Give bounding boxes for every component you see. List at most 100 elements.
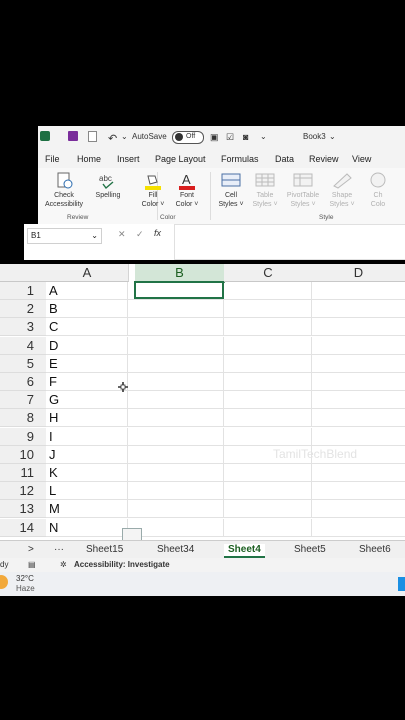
cell-c[interactable]	[224, 518, 312, 537]
shape-styles-button[interactable]: Shape Styles ˅	[325, 172, 359, 209]
cell-c[interactable]	[224, 373, 312, 391]
cell-d[interactable]	[312, 464, 405, 482]
column-header-a[interactable]: A	[46, 264, 129, 282]
checklist-icon[interactable]: ☑	[226, 132, 234, 143]
cell-b[interactable]	[128, 445, 224, 464]
row-header[interactable]: 7	[0, 391, 46, 410]
sheet-tab-sheet15[interactable]: Sheet15	[86, 544, 123, 555]
cell-d[interactable]	[312, 482, 405, 501]
cell-c[interactable]	[224, 300, 312, 319]
cell-a[interactable]: D	[46, 336, 128, 355]
cell-c[interactable]	[224, 318, 312, 337]
workbook-chevron-icon[interactable]: ⌄	[329, 132, 336, 141]
temperature[interactable]: 32°C	[16, 574, 34, 583]
windows-logo-icon[interactable]	[398, 577, 405, 591]
tab-insert[interactable]: Insert	[117, 154, 140, 164]
cell-a[interactable]: A	[46, 282, 128, 300]
tab-file[interactable]: File	[45, 154, 60, 164]
cell-a[interactable]: I	[46, 427, 128, 446]
column-header-c[interactable]: C	[224, 264, 313, 282]
cell-a[interactable]: F	[46, 373, 128, 391]
tab-formulas[interactable]: Formulas	[221, 154, 259, 164]
customize-icon[interactable]: ⌄	[260, 132, 267, 141]
autosave-toggle[interactable]: Off	[172, 131, 204, 144]
cell-c[interactable]	[224, 336, 312, 355]
row-header[interactable]: 2	[0, 300, 46, 319]
cell-b[interactable]	[128, 500, 224, 519]
tab-review[interactable]: Review	[309, 154, 339, 164]
row-header[interactable]: 12	[0, 482, 46, 501]
formula-input[interactable]	[174, 224, 405, 260]
row-header[interactable]: 3	[0, 318, 46, 337]
cell-d[interactable]	[312, 519, 405, 537]
cell-a[interactable]: B	[46, 300, 128, 319]
cell-d[interactable]	[312, 373, 405, 391]
row-header[interactable]: 6	[0, 373, 46, 391]
cell-b[interactable]	[128, 409, 224, 428]
enter-check-icon[interactable]: ✓	[136, 229, 144, 240]
cell-a[interactable]: H	[46, 409, 128, 428]
font-color-button[interactable]: A Font Color ˅	[170, 172, 204, 209]
macro-record-icon[interactable]: ▤	[28, 560, 36, 569]
fill-color-button[interactable]: Fill Color ˅	[136, 172, 170, 209]
cell-a[interactable]: J	[46, 445, 128, 464]
cell-b[interactable]	[128, 518, 224, 537]
row-header[interactable]: 1	[0, 282, 46, 300]
cancel-icon[interactable]: ✕	[118, 229, 126, 240]
chevron-down-icon[interactable]: ⌄	[91, 229, 98, 243]
workbook-name[interactable]: Book3	[303, 132, 326, 141]
cell-a[interactable]: L	[46, 482, 128, 501]
cell-d[interactable]	[312, 391, 405, 410]
cell-b[interactable]	[128, 391, 224, 410]
cell-d[interactable]	[312, 409, 405, 428]
cell-a[interactable]: N	[46, 518, 128, 537]
cell-b[interactable]	[128, 464, 224, 482]
row-header[interactable]: 11	[0, 464, 46, 482]
camera-icon[interactable]: ◙	[243, 132, 248, 142]
cell-c[interactable]	[224, 409, 312, 428]
cell-d[interactable]	[312, 428, 405, 446]
form-icon[interactable]: ▣	[210, 132, 219, 143]
row-header[interactable]: 8	[0, 409, 46, 428]
row-header[interactable]: 9	[0, 427, 46, 446]
cell-c[interactable]	[224, 354, 312, 373]
accessibility-status[interactable]: Accessibility: Investigate	[74, 560, 170, 569]
cell-d[interactable]	[312, 500, 405, 519]
sheet-tab-sheet4[interactable]: Sheet4	[224, 544, 265, 558]
cell-d[interactable]	[312, 337, 405, 355]
row-header[interactable]: 14	[0, 518, 46, 537]
cell-b[interactable]	[128, 373, 224, 391]
cell-c[interactable]	[224, 500, 312, 519]
pivottable-styles-button[interactable]: PivotTable Styles ˅	[282, 172, 324, 209]
cell-a[interactable]: E	[46, 354, 128, 373]
cell-b[interactable]	[128, 336, 224, 355]
undo-dropdown-icon[interactable]: ⌄	[121, 132, 128, 141]
spelling-button[interactable]: abc Spelling	[90, 172, 126, 200]
tab-view[interactable]: View	[352, 154, 371, 164]
cell-a[interactable]: M	[46, 500, 128, 519]
more-sheets-icon[interactable]: ···	[54, 544, 64, 555]
cell-d[interactable]	[312, 300, 405, 319]
sheet-tab-sheet5[interactable]: Sheet5	[294, 544, 326, 555]
sheet-tab-sheet6[interactable]: Sheet6	[359, 544, 391, 555]
undo-icon[interactable]: ↶	[108, 132, 117, 145]
cell-a[interactable]: G	[46, 391, 128, 410]
select-all-corner[interactable]	[0, 264, 46, 282]
row-header[interactable]: 4	[0, 336, 46, 355]
sheet-tab-sheet34[interactable]: Sheet34	[157, 544, 194, 555]
tab-page-layout[interactable]: Page Layout	[155, 154, 206, 164]
next-sheet-arrow-icon[interactable]: >	[28, 544, 34, 555]
cell-styles-button[interactable]: Cell Styles ˅	[213, 172, 249, 209]
column-header-d[interactable]: D	[312, 264, 405, 282]
tab-home[interactable]: Home	[77, 154, 101, 164]
cell-c[interactable]	[224, 282, 312, 300]
row-header[interactable]: 10	[0, 445, 46, 464]
insert-function-icon[interactable]: fx	[154, 228, 161, 238]
new-file-icon[interactable]	[88, 131, 97, 142]
cell-d[interactable]	[312, 282, 405, 300]
cell-b[interactable]	[128, 482, 224, 501]
cell-b[interactable]	[128, 354, 224, 373]
cell-b[interactable]	[128, 318, 224, 337]
name-box[interactable]: B1 ⌄	[27, 228, 102, 244]
cell-b[interactable]	[128, 300, 224, 319]
